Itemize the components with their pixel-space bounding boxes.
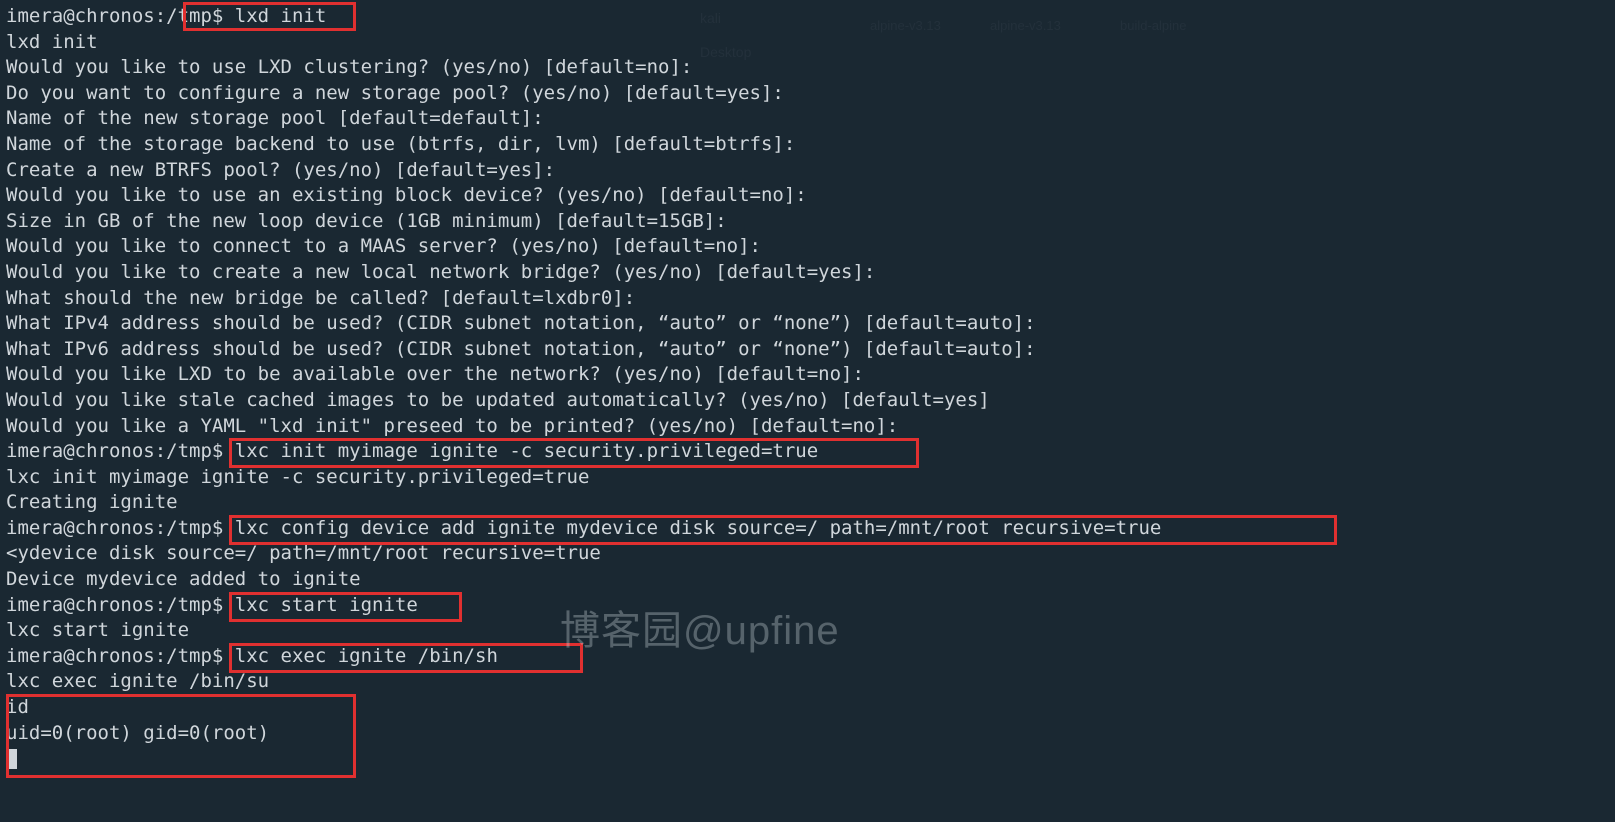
terminal-output: Would you like to use an existing block … [6, 184, 807, 206]
terminal-line: What should the new bridge be called? [d… [6, 286, 1609, 312]
shell-command: lxc config device add ignite mydevice di… [235, 517, 1162, 539]
terminal-output: <ydevice disk source=/ path=/mnt/root re… [6, 542, 601, 564]
terminal-line: Name of the storage backend to use (btrf… [6, 132, 1609, 158]
terminal-line: What IPv6 address should be used? (CIDR … [6, 337, 1609, 363]
terminal-line: Would you like to use an existing block … [6, 183, 1609, 209]
terminal-output: lxd init [6, 31, 98, 53]
shell-prompt: imera@chronos:/tmp$ [6, 517, 235, 539]
terminal-line: Would you like LXD to be available over … [6, 362, 1609, 388]
terminal-output: Creating ignite [6, 491, 178, 513]
terminal-output: lxc start ignite [6, 619, 189, 641]
terminal-line: uid=0(root) gid=0(root) [6, 721, 1609, 747]
terminal-output: What should the new bridge be called? [d… [6, 287, 635, 309]
terminal-output: Would you like to connect to a MAAS serv… [6, 235, 761, 257]
terminal-output: Create a new BTRFS pool? (yes/no) [defau… [6, 159, 555, 181]
terminal-output: uid=0(root) gid=0(root) [6, 722, 269, 744]
terminal-line: imera@chronos:/tmp$ lxc start ignite [6, 593, 1609, 619]
terminal-line: Device mydevice added to ignite [6, 567, 1609, 593]
shell-prompt: imera@chronos:/tmp$ [6, 645, 235, 667]
terminal-line: Would you like stale cached images to be… [6, 388, 1609, 414]
terminal-line: imera@chronos:/tmp$ lxc exec ignite /bin… [6, 644, 1609, 670]
terminal-output: Name of the storage backend to use (btrf… [6, 133, 795, 155]
terminal-line: Create a new BTRFS pool? (yes/no) [defau… [6, 158, 1609, 184]
terminal-line: Would you like to create a new local net… [6, 260, 1609, 286]
terminal-line: Would you like a YAML "lxd init" preseed… [6, 414, 1609, 440]
terminal-line: lxc start ignite [6, 618, 1609, 644]
terminal-output: Device mydevice added to ignite [6, 568, 361, 590]
terminal-line: <ydevice disk source=/ path=/mnt/root re… [6, 541, 1609, 567]
terminal-output: lxc init myimage ignite -c security.priv… [6, 466, 589, 488]
terminal-output: Would you like to create a new local net… [6, 261, 875, 283]
terminal-output: Would you like LXD to be available over … [6, 363, 864, 385]
terminal-line: Would you like to connect to a MAAS serv… [6, 234, 1609, 260]
shell-command: lxc exec ignite /bin/sh [235, 645, 498, 667]
shell-prompt: imera@chronos:/tmp$ [6, 594, 235, 616]
shell-prompt: imera@chronos:/tmp$ [6, 440, 235, 462]
terminal-output: What IPv6 address should be used? (CIDR … [6, 338, 1036, 360]
terminal-output: Would you like a YAML "lxd init" preseed… [6, 415, 898, 437]
terminal-line: id [6, 695, 1609, 721]
terminal-line: Would you like to use LXD clustering? (y… [6, 55, 1609, 81]
terminal-cursor [6, 749, 17, 769]
terminal-line: Creating ignite [6, 490, 1609, 516]
terminal-line: imera@chronos:/tmp$ lxd init [6, 4, 1609, 30]
terminal-line: lxd init [6, 30, 1609, 56]
terminal-line: lxc exec ignite /bin/su [6, 669, 1609, 695]
terminal-output: Do you want to configure a new storage p… [6, 82, 784, 104]
terminal-output: Would you like stale cached images to be… [6, 389, 990, 411]
terminal-output: What IPv4 address should be used? (CIDR … [6, 312, 1036, 334]
shell-command: lxc init myimage ignite -c security.priv… [235, 440, 818, 462]
shell-command: lxd init [235, 5, 327, 27]
terminal-line: Name of the new storage pool [default=de… [6, 106, 1609, 132]
terminal-line [6, 746, 1609, 772]
terminal-line: lxc init myimage ignite -c security.priv… [6, 465, 1609, 491]
terminal-output: Would you like to use LXD clustering? (y… [6, 56, 692, 78]
terminal-line: Do you want to configure a new storage p… [6, 81, 1609, 107]
shell-command: lxc start ignite [235, 594, 418, 616]
terminal-line: imera@chronos:/tmp$ lxc init myimage ign… [6, 439, 1609, 465]
terminal-line: imera@chronos:/tmp$ lxc config device ad… [6, 516, 1609, 542]
shell-prompt: imera@chronos:/tmp$ [6, 5, 235, 27]
terminal[interactable]: imera@chronos:/tmp$ lxd initlxd initWoul… [0, 0, 1615, 776]
terminal-output: id [6, 696, 29, 718]
terminal-output: Name of the new storage pool [default=de… [6, 107, 544, 129]
terminal-output: lxc exec ignite /bin/su [6, 670, 269, 692]
terminal-line: What IPv4 address should be used? (CIDR … [6, 311, 1609, 337]
terminal-output: Size in GB of the new loop device (1GB m… [6, 210, 727, 232]
terminal-line: Size in GB of the new loop device (1GB m… [6, 209, 1609, 235]
